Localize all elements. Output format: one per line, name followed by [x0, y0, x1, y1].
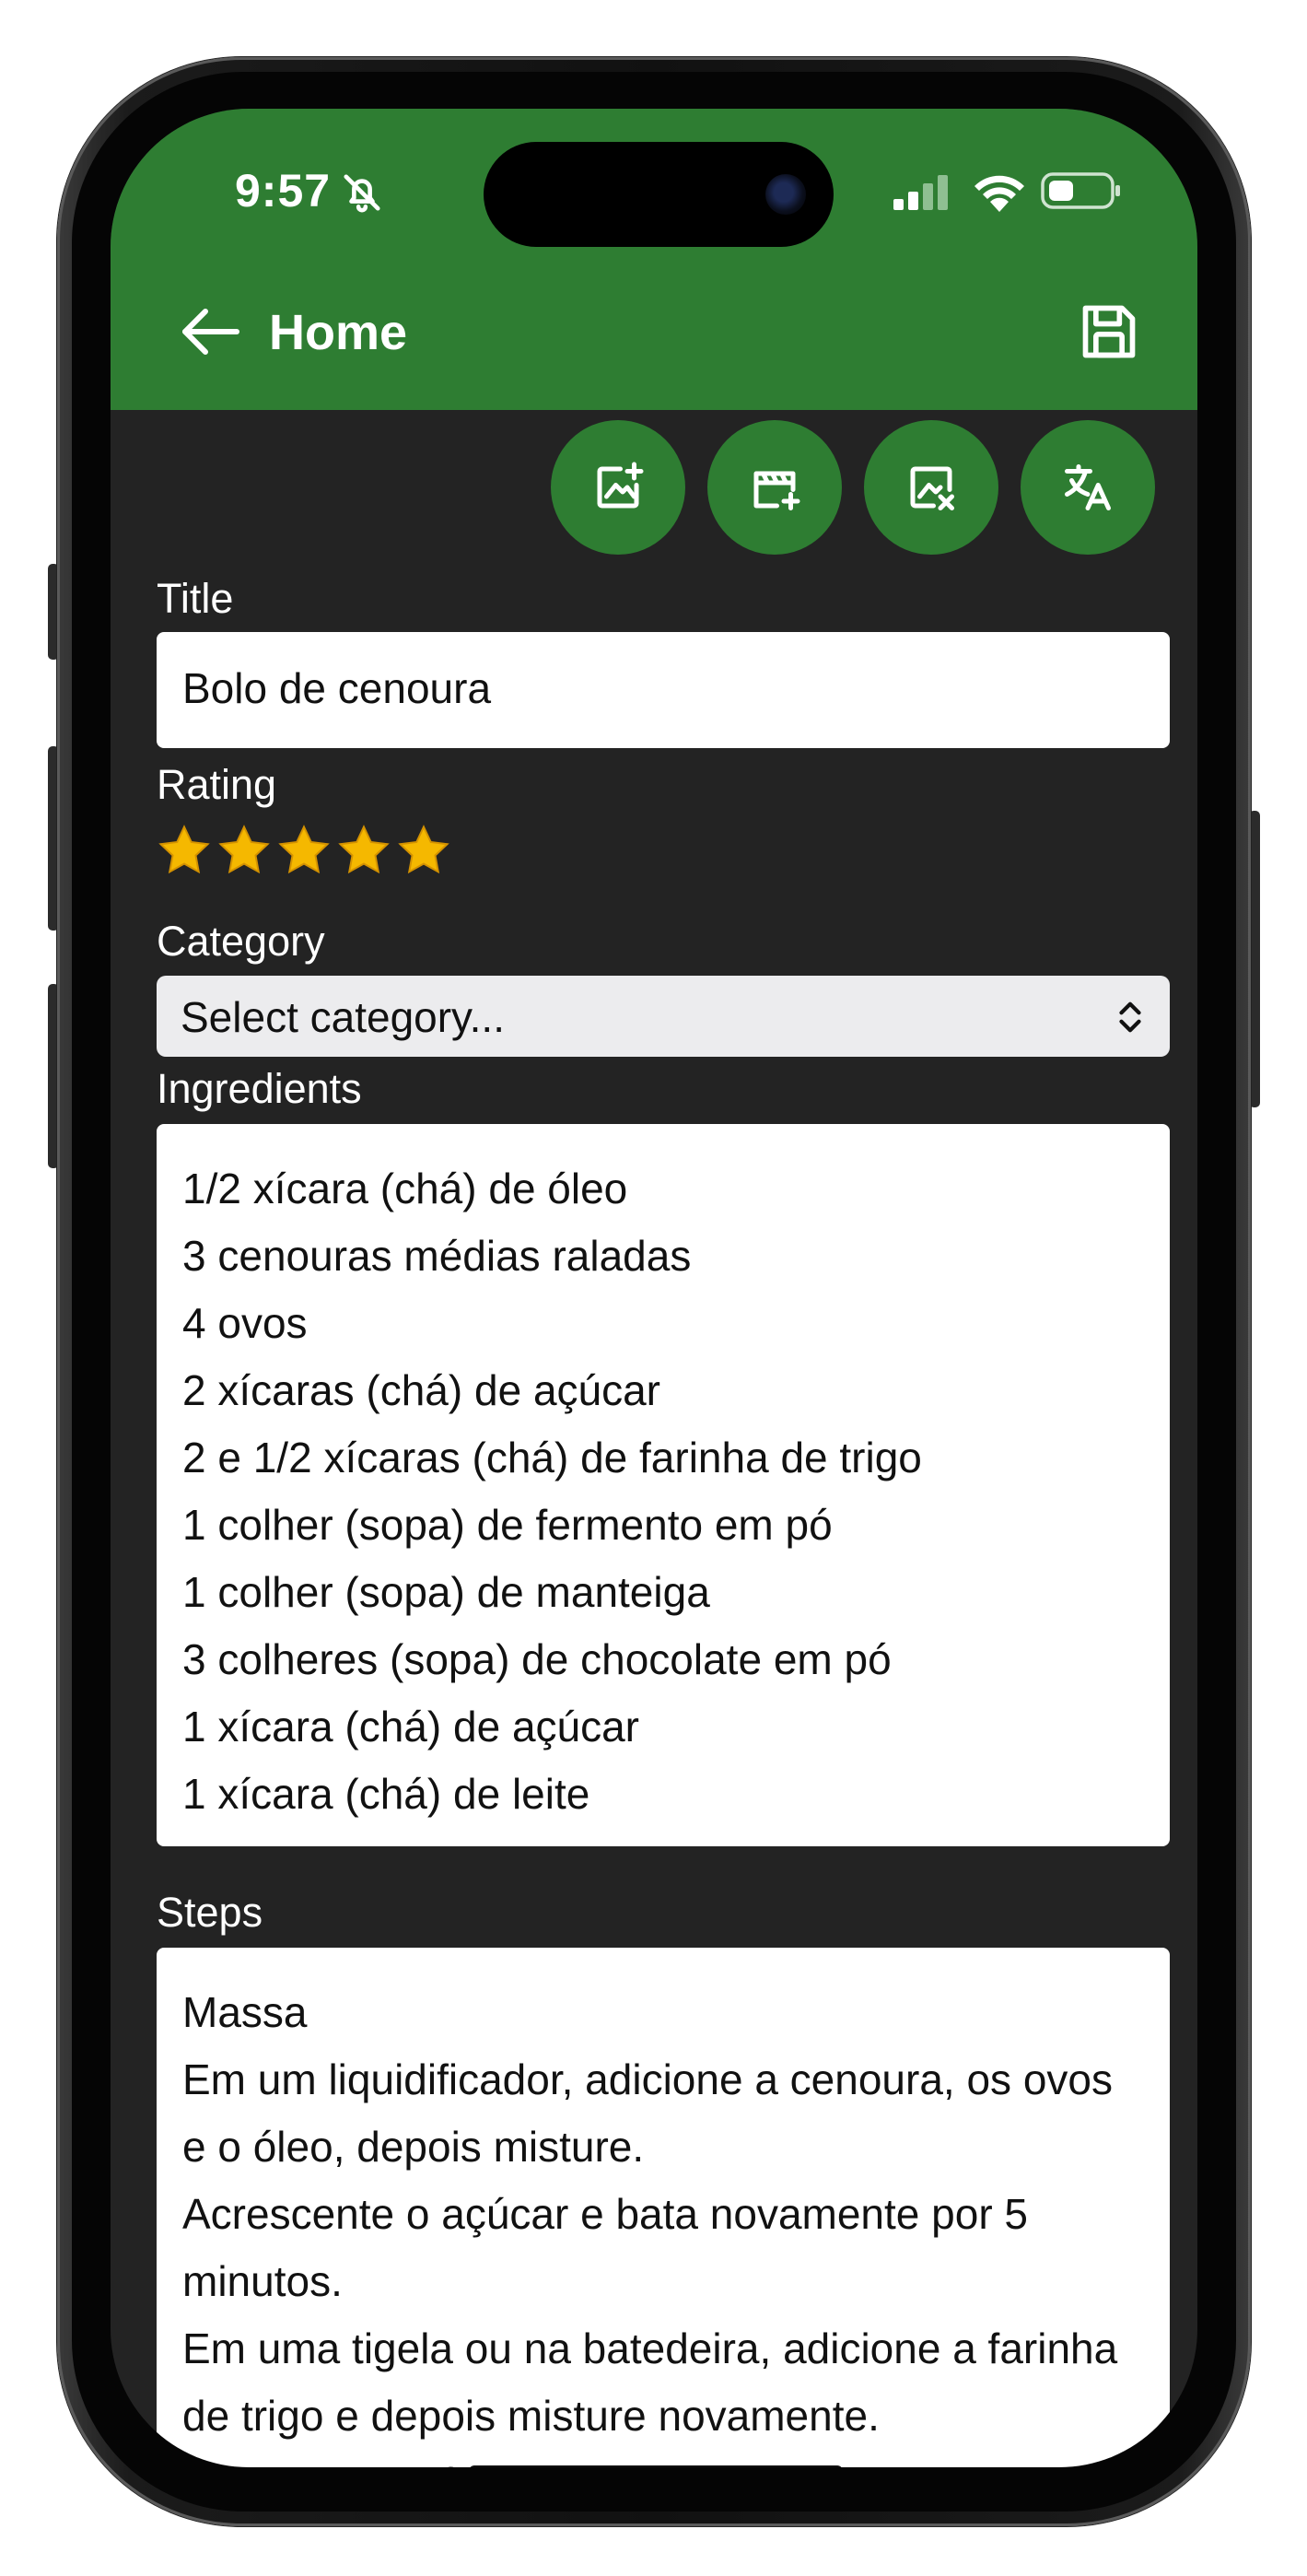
- wifi-icon: [974, 175, 1024, 212]
- title-input[interactable]: Bolo de cenoura: [157, 632, 1170, 748]
- rating-label: Rating: [157, 761, 277, 808]
- ingredient-line: 1 xícara (chá) de leite: [182, 1770, 590, 1818]
- step-line: Massa: [182, 1988, 308, 2036]
- home-indicator: [469, 2465, 843, 2467]
- star-icon[interactable]: [396, 823, 451, 878]
- star-icon[interactable]: [157, 823, 212, 878]
- ingredient-line: 3 cenouras médias raladas: [182, 1232, 692, 1280]
- dynamic-island: [484, 142, 834, 247]
- add-photo-button[interactable]: [551, 420, 685, 555]
- ingredient-line: 1 xícara (chá) de açúcar: [182, 1703, 640, 1751]
- chevron-up-down-icon: [1119, 1001, 1141, 1033]
- ingredients-label: Ingredients: [157, 1065, 362, 1112]
- translate-button[interactable]: [1021, 420, 1155, 555]
- floppy-disk-icon[interactable]: [1078, 300, 1140, 363]
- add-video-button[interactable]: [707, 420, 842, 555]
- step-line: Em uma tigela ou na batedeira, adicione …: [182, 2324, 1118, 2440]
- ingredient-line: 1/2 xícara (chá) de óleo: [182, 1165, 628, 1212]
- status-time: 9:57: [235, 165, 332, 217]
- page-title: Home: [269, 305, 408, 360]
- arrow-left-icon[interactable]: [178, 304, 242, 359]
- step-line: Em um liquidificador, adicione a cenoura…: [182, 2055, 1114, 2171]
- ingredient-line: 2 e 1/2 xícaras (chá) de farinha de trig…: [182, 1434, 922, 1481]
- category-label: Category: [157, 918, 325, 965]
- title-label: Title: [157, 575, 234, 622]
- ingredient-line: 3 colheres (sopa) de chocolate em pó: [182, 1635, 892, 1683]
- camera-lens-icon: [765, 174, 806, 215]
- star-icon[interactable]: [336, 823, 391, 878]
- ingredient-line: 1 colher (sopa) de fermento em pó: [182, 1501, 833, 1549]
- remove-photo-button[interactable]: [864, 420, 998, 555]
- translate-icon: [1065, 464, 1111, 510]
- step-line: Acrescente o açúcar e bata novamente por…: [182, 2190, 1029, 2305]
- bell-slash-icon: [344, 174, 380, 213]
- category-select[interactable]: Select category...: [157, 976, 1170, 1057]
- app-screen: 9:57 Home Title Bolo de cenoura Rating C…: [111, 109, 1197, 2467]
- title-value: Bolo de cenoura: [182, 664, 492, 712]
- app-bar: 9:57 Home: [111, 109, 1197, 410]
- add-video-icon: [753, 471, 800, 510]
- ingredient-line: 1 colher (sopa) de manteiga: [182, 1568, 710, 1616]
- star-icon[interactable]: [216, 823, 272, 878]
- cellular-signal-icon: [893, 175, 948, 210]
- ingredients-textarea[interactable]: 1/2 xícara (chá) de óleo 3 cenouras média…: [157, 1124, 1170, 1846]
- star-icon[interactable]: [276, 823, 332, 878]
- steps-textarea[interactable]: Massa Em um liquidificador, adicione a ce…: [157, 1948, 1170, 2467]
- rating-stars[interactable]: [157, 823, 451, 878]
- battery-icon: [1041, 172, 1120, 209]
- ingredient-line: 4 ovos: [182, 1299, 308, 1347]
- remove-photo-icon: [910, 466, 954, 510]
- steps-label: Steps: [157, 1889, 263, 1936]
- category-value: Select category...: [181, 993, 505, 1041]
- add-photo-icon: [597, 462, 644, 509]
- ingredient-line: 2 xícaras (chá) de açúcar: [182, 1366, 661, 1414]
